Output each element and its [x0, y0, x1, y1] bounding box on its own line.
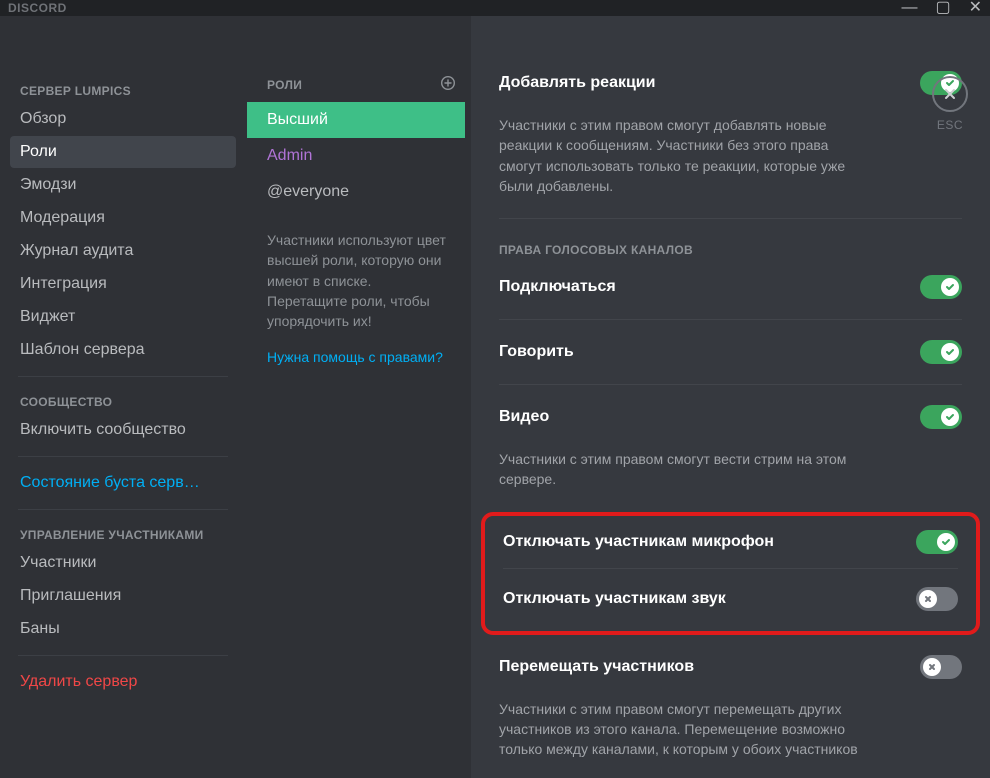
close-settings-button[interactable] — [932, 76, 968, 112]
close-window-button[interactable]: ✕ — [969, 0, 982, 16]
esc-label: ESC — [937, 118, 963, 132]
sidebar-item-delete-server[interactable]: Удалить сервер — [10, 666, 236, 698]
sidebar-item-integrations[interactable]: Интеграция — [10, 268, 236, 300]
divider — [499, 218, 962, 219]
perm-move-desc: Участники с этим правом смогут перемещат… — [499, 699, 869, 760]
perm-video-desc: Участники с этим правом смогут вести стр… — [499, 449, 869, 490]
sidebar-item-moderation[interactable]: Модерация — [10, 202, 236, 234]
perm-deafen-title: Отключать участникам звук — [503, 590, 726, 608]
titlebar: DISCORD — ▢ ✕ — [0, 0, 990, 16]
sidebar-heading-members: УПРАВЛЕНИЕ УЧАСТНИКАМИ — [10, 520, 236, 546]
sidebar-item-invites[interactable]: Приглашения — [10, 580, 236, 612]
roles-column: РОЛИ Высший Admin @everyone Участники ис… — [246, 16, 471, 778]
divider — [18, 376, 228, 377]
sidebar-heading-community: СООБЩЕСТВО — [10, 387, 236, 413]
toggle-speak[interactable] — [920, 340, 962, 364]
perm-connect-title: Подключаться — [499, 278, 616, 296]
perm-speak-title: Говорить — [499, 343, 574, 361]
perm-move-title: Перемещать участников — [499, 658, 694, 676]
perm-add-reactions-title: Добавлять реакции — [499, 74, 655, 92]
add-role-button[interactable] — [441, 76, 455, 94]
sidebar-item-bans[interactable]: Баны — [10, 613, 236, 645]
window-controls: — ▢ ✕ — [901, 0, 982, 16]
perm-mute-title: Отключать участникам микрофон — [503, 533, 774, 551]
maximize-button[interactable]: ▢ — [935, 0, 950, 16]
roles-help-link[interactable]: Нужна помощь с правами? — [247, 343, 471, 371]
toggle-deafen-members[interactable] — [916, 587, 958, 611]
voice-permissions-heading: ПРАВА ГОЛОСОВЫХ КАНАЛОВ — [499, 243, 962, 257]
close-icon — [942, 86, 958, 102]
permissions-panel: Добавлять реакции Участники с этим право… — [471, 16, 990, 778]
sidebar-item-template[interactable]: Шаблон сервера — [10, 334, 236, 366]
toggle-video[interactable] — [920, 405, 962, 429]
role-item-admin[interactable]: Admin — [247, 138, 465, 174]
toggle-move-members[interactable] — [920, 655, 962, 679]
perm-add-reactions-desc: Участники с этим правом смогут добавлять… — [499, 115, 869, 196]
sidebar-item-emoji[interactable]: Эмодзи — [10, 169, 236, 201]
sidebar-item-overview[interactable]: Обзор — [10, 103, 236, 135]
highlight-box: Отключать участникам микрофон Отключать … — [481, 512, 980, 635]
divider — [18, 655, 228, 656]
sidebar-item-roles[interactable]: Роли — [10, 136, 236, 168]
sidebar-item-enable-community[interactable]: Включить сообщество — [10, 414, 236, 446]
divider — [499, 384, 962, 385]
app-title: DISCORD — [8, 1, 67, 15]
divider — [499, 319, 962, 320]
minimize-button[interactable]: — — [901, 0, 917, 16]
sidebar-item-boost-status[interactable]: Состояние буста серв… — [10, 467, 236, 499]
plus-icon — [441, 76, 455, 90]
role-item-highest[interactable]: Высший — [247, 102, 465, 138]
roles-heading: РОЛИ — [267, 78, 302, 92]
perm-video-title: Видео — [499, 408, 549, 426]
divider — [18, 456, 228, 457]
close-region: ESC — [932, 76, 968, 132]
sidebar-item-members[interactable]: Участники — [10, 547, 236, 579]
settings-sidebar: СЕРВЕР LUMPICS Обзор Роли Эмодзи Модерац… — [0, 16, 246, 778]
divider — [18, 509, 228, 510]
divider — [503, 568, 958, 569]
sidebar-item-auditlog[interactable]: Журнал аудита — [10, 235, 236, 267]
role-item-everyone[interactable]: @everyone — [247, 174, 465, 210]
toggle-connect[interactable] — [920, 275, 962, 299]
roles-help-text: Участники используют цвет высшей роли, к… — [247, 210, 471, 343]
toggle-mute-members[interactable] — [916, 530, 958, 554]
sidebar-heading-server: СЕРВЕР LUMPICS — [10, 76, 236, 102]
sidebar-item-widget[interactable]: Виджет — [10, 301, 236, 333]
